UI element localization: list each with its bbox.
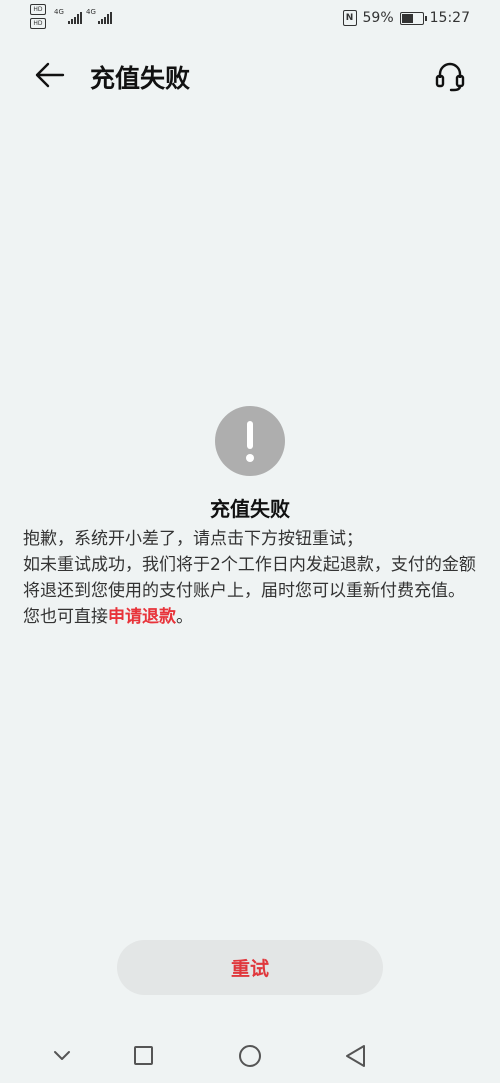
result-title: 充值失败 <box>210 497 290 521</box>
hd-badge: HD <box>30 4 46 15</box>
title-bar: 充值失败 <box>0 40 500 110</box>
battery-icon <box>399 11 427 25</box>
battery-percent: 59% <box>362 10 394 26</box>
signal-group: HD HD 4G 4G <box>30 4 120 30</box>
message-line: 如未重试成功，我们将于2个工作日内发起退款，支付的金额将退还到您使用的支付账户上… <box>23 555 476 601</box>
apply-refund-link[interactable]: 申请退款 <box>108 607 176 627</box>
message-line: 您也可直接申请退款。 <box>23 604 483 630</box>
circle-icon <box>239 1045 261 1067</box>
home-button[interactable] <box>230 1040 270 1072</box>
recent-apps-button[interactable] <box>123 1040 163 1072</box>
retry-button[interactable]: 重试 <box>117 940 383 995</box>
back-nav-button[interactable] <box>336 1040 376 1072</box>
hide-keyboard-button[interactable] <box>42 1040 82 1072</box>
message-line: 抱歉，系统开小差了，请点击下方按钮重试； <box>23 529 363 549</box>
headset-icon <box>435 62 465 92</box>
system-nav-bar <box>0 1030 500 1083</box>
hd-badge: HD <box>30 18 46 29</box>
triangle-back-icon <box>346 1045 365 1067</box>
status-right: N 59% 15:27 <box>342 8 470 28</box>
page-title: 充值失败 <box>90 64 191 93</box>
battery-fill <box>401 13 413 23</box>
signal-icon <box>98 12 112 24</box>
nfc-icon: N <box>342 10 357 26</box>
clock: 15:27 <box>429 10 470 26</box>
exclamation-icon <box>246 421 254 462</box>
network-type: 4G <box>86 8 96 16</box>
status-bar: HD HD 4G 4G N 59% 15:27 <box>0 0 500 36</box>
signal-icon <box>68 12 82 24</box>
chevron-down-icon <box>54 1051 70 1060</box>
message-prefix: 您也可直接 <box>23 607 108 627</box>
alert-circle <box>215 406 285 476</box>
arrow-left-icon <box>35 62 65 88</box>
square-icon <box>134 1046 153 1065</box>
message-suffix: 。 <box>176 607 193 627</box>
back-button[interactable] <box>30 57 70 93</box>
network-type: 4G <box>54 8 64 16</box>
result-message: 抱歉，系统开小差了，请点击下方按钮重试； 如未重试成功，我们将于2个工作日内发起… <box>23 526 483 630</box>
customer-service-button[interactable] <box>430 56 470 96</box>
